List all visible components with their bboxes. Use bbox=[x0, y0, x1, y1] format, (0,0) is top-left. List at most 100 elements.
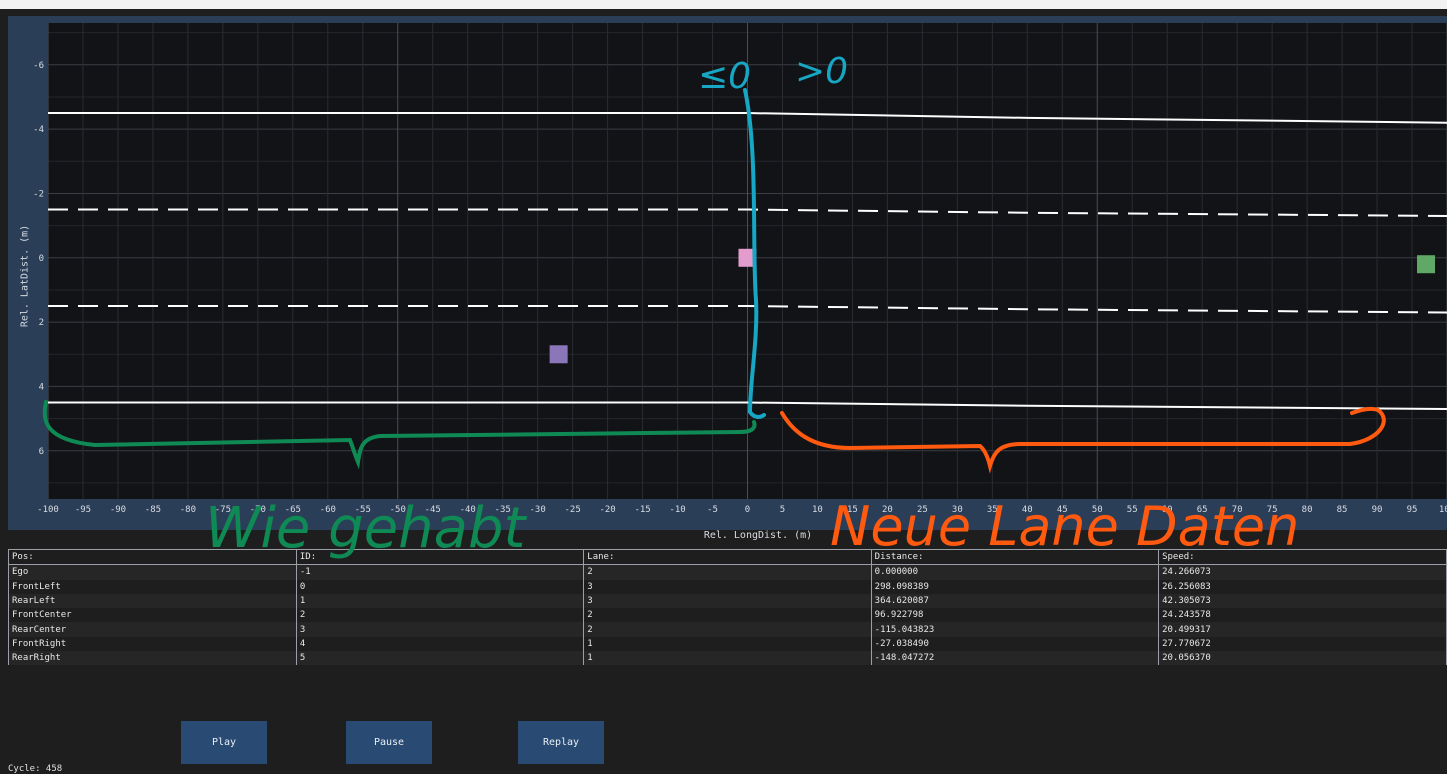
x-tick-label: -30 bbox=[530, 505, 546, 515]
x-tick-label: 95 bbox=[1407, 505, 1418, 515]
x-tick-label: 25 bbox=[917, 505, 928, 515]
table-cell: 1 bbox=[583, 636, 872, 652]
table-cell: 0.000000 bbox=[870, 564, 1159, 580]
x-tick-label: -40 bbox=[460, 505, 476, 515]
x-tick-label: 20 bbox=[882, 505, 893, 515]
x-tick-label: 70 bbox=[1232, 505, 1243, 515]
x-tick-label: 5 bbox=[780, 505, 785, 515]
x-tick-label: -15 bbox=[634, 505, 650, 515]
x-tick-label: -75 bbox=[215, 505, 231, 515]
table-cell: 2 bbox=[295, 608, 584, 623]
table-cell: FrontLeft bbox=[12, 581, 61, 592]
y-tick-label: -4 bbox=[33, 125, 44, 135]
lane-plot bbox=[48, 23, 1447, 499]
pause-button[interactable]: Pause bbox=[346, 721, 432, 764]
x-tick-label: -25 bbox=[564, 505, 580, 515]
table-cell: -148.047272 bbox=[870, 651, 1159, 666]
table-cell: 1 bbox=[295, 593, 584, 609]
x-tick-label: 85 bbox=[1337, 505, 1348, 515]
x-tick-label: -35 bbox=[495, 505, 511, 515]
y-tick-label: -2 bbox=[33, 189, 44, 199]
table-cell: 20.056370 bbox=[1158, 651, 1446, 666]
x-tick-label: -45 bbox=[425, 505, 441, 515]
table-cell: 4 bbox=[295, 636, 584, 652]
x-tick-label: -60 bbox=[320, 505, 336, 515]
x-tick-label: -70 bbox=[250, 505, 266, 515]
y-tick-label: 0 bbox=[39, 254, 44, 264]
x-tick-label: -5 bbox=[707, 505, 718, 515]
table-cell: 2 bbox=[583, 622, 872, 637]
table-row: FrontLeft 0 3 298.098389 26.256083 bbox=[9, 579, 1446, 594]
table-cell: 5 bbox=[295, 651, 584, 666]
x-axis-label: Rel. LongDist. (m) bbox=[703, 530, 813, 541]
x-tick-label: 40 bbox=[1022, 505, 1033, 515]
table-cell: RearRight bbox=[9, 651, 297, 666]
x-tick-label: 100 bbox=[1439, 505, 1447, 515]
table-cell: 0 bbox=[295, 579, 584, 594]
plot-panel: Rel. LatDist. (m) Rel. LongDist. (m) -10… bbox=[8, 16, 1447, 541]
x-tick-label: -50 bbox=[390, 505, 406, 515]
table-cell: Ego bbox=[9, 564, 297, 580]
table-cell: -115.043823 bbox=[870, 622, 1159, 637]
table-cell: 3 bbox=[583, 593, 872, 609]
table-row: FrontRight 4 1 -27.038490 27.770672 bbox=[9, 636, 1446, 652]
table-cell: FrontCenter bbox=[12, 610, 72, 621]
table-cell: -1 bbox=[295, 564, 584, 580]
x-tick-label: 10 bbox=[812, 505, 823, 515]
y-tick-label: 2 bbox=[39, 318, 44, 328]
table-cell: 24.266073 bbox=[1158, 564, 1446, 580]
x-tick-label: 30 bbox=[952, 505, 963, 515]
table-cell: 26.256083 bbox=[1158, 579, 1446, 594]
x-tick-label: -100 bbox=[37, 505, 59, 515]
x-tick-label: 65 bbox=[1197, 505, 1208, 515]
x-tick-labels: -100 -95 -90 -85 -80 -75 -70 -65 -60 -55 -50 -45 -40… bbox=[37, 505, 1447, 515]
table-row: RearLeft 1 3 364.620087 42.305073 bbox=[9, 593, 1446, 609]
window-top-bar bbox=[0, 0, 1447, 9]
x-tick-label: 0 bbox=[745, 505, 750, 515]
x-tick-label: 50 bbox=[1092, 505, 1103, 515]
table-cell: 2 bbox=[583, 564, 872, 580]
table-cell: RearCenter bbox=[9, 622, 297, 637]
y-tick-label: -6 bbox=[33, 61, 44, 71]
table-row: Ego -1 2 0.000000 24.266073 bbox=[9, 564, 1446, 580]
table-row: RearCenter 3 2 -115.043823 20.499317 bbox=[9, 622, 1446, 637]
x-tick-label: 60 bbox=[1162, 505, 1173, 515]
objects-table: Pos: ID: Lane: Distance: Speed: Ego -1 2 0.0000… bbox=[8, 549, 1447, 666]
x-tick-label: 55 bbox=[1127, 505, 1138, 515]
table-cell: 27.770672 bbox=[1158, 636, 1446, 652]
table-cell: 96.922798 bbox=[870, 608, 1159, 623]
plot-area[interactable] bbox=[48, 23, 1447, 499]
table-cell: 24.243578 bbox=[1158, 608, 1446, 623]
x-tick-label: 90 bbox=[1372, 505, 1383, 515]
column-header: Pos: bbox=[9, 550, 297, 566]
x-tick-label: -65 bbox=[285, 505, 301, 515]
column-header: Lane: bbox=[583, 550, 872, 566]
y-tick-label: 4 bbox=[39, 382, 44, 392]
table-cell: -27.038490 bbox=[870, 636, 1159, 652]
table-row: RearRight 5 1 -148.047272 20.056370 bbox=[9, 651, 1446, 666]
table-cell: 42.305073 bbox=[1158, 593, 1446, 609]
x-tick-label: 75 bbox=[1267, 505, 1278, 515]
x-tick-label: 45 bbox=[1057, 505, 1068, 515]
table-cell: 364.620087 bbox=[870, 593, 1159, 609]
column-header: ID: bbox=[295, 550, 584, 566]
x-tick-label: 80 bbox=[1302, 505, 1313, 515]
x-tick-label: -90 bbox=[110, 505, 126, 515]
x-tick-label: -85 bbox=[145, 505, 161, 515]
x-tick-label: 35 bbox=[987, 505, 998, 515]
y-tick-labels: -6 -4 -2 0 2 4 6 bbox=[33, 61, 44, 457]
vehicle-marker bbox=[1417, 255, 1436, 274]
y-tick-label: 6 bbox=[39, 447, 44, 457]
x-tick-label: -55 bbox=[355, 505, 371, 515]
x-tick-label: -95 bbox=[75, 505, 91, 515]
x-tick-label: -10 bbox=[669, 505, 685, 515]
table-header-row: Pos: ID: Lane: Distance: Speed: bbox=[9, 550, 1446, 566]
table-cell: 298.098389 bbox=[870, 579, 1159, 594]
table-cell: RearLeft bbox=[9, 593, 297, 609]
table-row: FrontCenter 2 2 96.922798 24.243578 bbox=[9, 608, 1446, 623]
play-button[interactable]: Play bbox=[181, 721, 267, 764]
table-cell: 20.499317 bbox=[1158, 622, 1446, 637]
replay-button[interactable]: Replay bbox=[518, 721, 604, 764]
x-tick-label: 15 bbox=[847, 505, 858, 515]
x-tick-label: -20 bbox=[599, 505, 615, 515]
